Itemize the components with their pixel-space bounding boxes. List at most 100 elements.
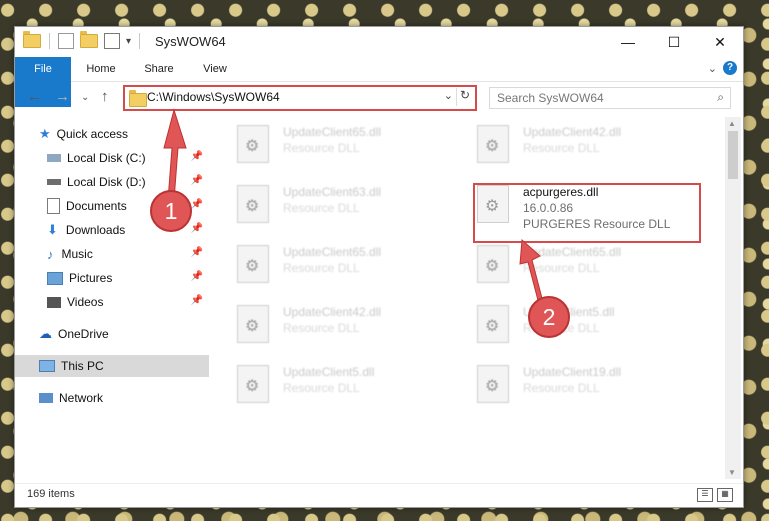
dll-file-icon <box>237 185 269 223</box>
sidebar-item-pictures[interactable]: Pictures 📌 <box>15 267 209 289</box>
file-item[interactable]: UpdateClient42.dll Resource DLL <box>463 119 693 169</box>
forward-arrow-icon[interactable]: → <box>55 88 70 105</box>
videos-icon <box>47 296 61 308</box>
sidebar-item-label: Documents <box>66 199 127 213</box>
file-description: Resource DLL <box>283 201 360 215</box>
file-item[interactable]: UpdateClient63.dll Resource DLL <box>223 179 453 229</box>
dll-file-icon <box>237 125 269 163</box>
pin-icon[interactable]: 📌 <box>191 223 203 234</box>
file-description: Resource DLL <box>523 261 600 275</box>
details-view-icon[interactable]: ☰ <box>697 488 713 502</box>
sidebar-item-label: Pictures <box>69 271 113 285</box>
sidebar-item-local-disk-d[interactable]: Local Disk (D:) 📌 <box>15 171 209 193</box>
chevron-down-icon[interactable]: ▾ <box>126 36 131 47</box>
file-description: Resource DLL <box>283 261 360 275</box>
file-item[interactable]: UpdateClient65.dll Resource DLL <box>223 239 453 289</box>
chevron-down-icon[interactable]: ⌄ <box>444 89 453 102</box>
pin-icon[interactable]: 📌 <box>191 151 203 162</box>
folder-icon <box>129 90 147 107</box>
navigation-pane: ★ Quick access Local Disk (C:) 📌 Local D… <box>15 119 209 479</box>
ribbon-tabs: File Home Share View ⌄ ? <box>15 57 743 107</box>
download-icon: ⬇ <box>47 222 58 237</box>
search-input[interactable]: Search SysWOW64 ⌕ <box>489 87 731 109</box>
sidebar-item-this-pc[interactable]: This PC <box>15 355 209 377</box>
drive-icon <box>47 154 61 162</box>
recent-locations-chevron-icon[interactable]: ⌄ <box>81 92 89 103</box>
sidebar-item-local-disk-c[interactable]: Local Disk (C:) 📌 <box>15 147 209 169</box>
up-arrow-icon[interactable]: ↑ <box>101 88 109 105</box>
file-name: UpdateClient42.dll <box>283 305 382 319</box>
sidebar-item-network[interactable]: Network <box>15 387 209 409</box>
address-row: ← → ⌄ ↑ C:\Windows\SysWOW64 ⌄ ↻ Search S… <box>15 82 743 114</box>
file-name: UpdateClient65.dll <box>523 245 622 259</box>
view-toggle: ☰ ▦ <box>697 488 733 502</box>
quick-access-toolbar: ▾ <box>23 31 142 49</box>
search-icon[interactable]: ⌕ <box>717 90 724 105</box>
tab-home[interactable]: Home <box>79 57 123 81</box>
divider <box>49 33 50 49</box>
maximize-button[interactable]: ☐ <box>651 27 697 57</box>
file-item[interactable]: UpdateClient5.dll Resource DLL <box>463 299 693 349</box>
file-description: Resource DLL <box>523 381 600 395</box>
pin-icon[interactable]: 📌 <box>191 175 203 186</box>
view-options-icon[interactable] <box>104 33 120 49</box>
sidebar-item-label: Downloads <box>65 223 126 237</box>
address-path[interactable]: C:\Windows\SysWOW64 <box>147 90 280 104</box>
music-icon: ♪ <box>47 246 54 262</box>
sidebar-item-onedrive[interactable]: ☁ OneDrive <box>15 323 209 345</box>
chevron-down-icon[interactable]: ⌄ <box>708 62 717 75</box>
close-button[interactable]: ✕ <box>697 27 743 57</box>
network-icon <box>39 393 53 403</box>
dll-file-icon <box>237 305 269 343</box>
scrollbar-thumb[interactable] <box>728 131 738 179</box>
back-arrow-icon[interactable]: ← <box>27 88 42 105</box>
window-title: SysWOW64 <box>155 34 226 49</box>
dll-file-icon <box>477 365 509 403</box>
file-name: UpdateClient65.dll <box>283 245 382 259</box>
title-bar: ▾ SysWOW64 — ☐ ✕ <box>15 27 743 57</box>
cloud-icon: ☁ <box>39 326 52 341</box>
tab-share[interactable]: Share <box>137 57 181 81</box>
folder-icon <box>23 31 41 48</box>
star-icon: ★ <box>39 126 51 141</box>
file-list: UpdateClient65.dll Resource DLL UpdateCl… <box>223 119 727 479</box>
refresh-icon[interactable]: ↻ <box>456 88 473 106</box>
large-icons-view-icon[interactable]: ▦ <box>717 488 733 502</box>
sidebar-item-quick-access[interactable]: ★ Quick access <box>15 123 209 145</box>
documents-icon <box>47 198 60 214</box>
drive-icon <box>47 179 61 185</box>
minimize-button[interactable]: — <box>605 27 651 57</box>
sidebar-item-label: Videos <box>67 295 104 309</box>
properties-icon[interactable] <box>58 33 74 49</box>
scroll-up-icon[interactable]: ▲ <box>728 119 736 128</box>
file-name: UpdateClient42.dll <box>523 125 622 139</box>
dll-file-icon <box>477 125 509 163</box>
sidebar-item-videos[interactable]: Videos 📌 <box>15 291 209 313</box>
pin-icon[interactable]: 📌 <box>191 295 203 306</box>
status-bar: 169 items ☰ ▦ <box>15 483 743 506</box>
pin-icon[interactable]: 📌 <box>191 271 203 282</box>
file-item[interactable]: UpdateClient19.dll Resource DLL <box>463 359 693 409</box>
scroll-down-icon[interactable]: ▼ <box>728 468 736 477</box>
file-name: UpdateClient65.dll <box>283 125 382 139</box>
new-folder-icon[interactable] <box>80 31 98 48</box>
address-bar[interactable]: C:\Windows\SysWOW64 ⌄ ↻ <box>123 85 477 111</box>
pin-icon[interactable]: 📌 <box>191 247 203 258</box>
item-count: 169 items <box>27 488 75 500</box>
vertical-scrollbar[interactable]: ▲ ▼ <box>725 117 741 479</box>
window-controls: — ☐ ✕ <box>605 27 743 57</box>
file-description: Resource DLL <box>283 381 360 395</box>
divider <box>139 33 141 49</box>
tab-view[interactable]: View <box>193 57 237 81</box>
file-item[interactable]: UpdateClient5.dll Resource DLL <box>223 359 453 409</box>
search-placeholder: Search SysWOW64 <box>497 91 604 105</box>
pictures-icon <box>47 271 63 285</box>
sidebar-item-music[interactable]: ♪ Music 📌 <box>15 243 209 265</box>
step-badge-1: 1 <box>150 190 192 232</box>
file-item[interactable]: UpdateClient65.dll Resource DLL <box>463 239 693 289</box>
pin-icon[interactable]: 📌 <box>191 199 203 210</box>
sidebar-item-label: Local Disk (D:) <box>67 175 146 189</box>
file-item[interactable]: UpdateClient42.dll Resource DLL <box>223 299 453 349</box>
help-icon[interactable]: ? <box>723 61 737 75</box>
file-item[interactable]: UpdateClient65.dll Resource DLL <box>223 119 453 169</box>
